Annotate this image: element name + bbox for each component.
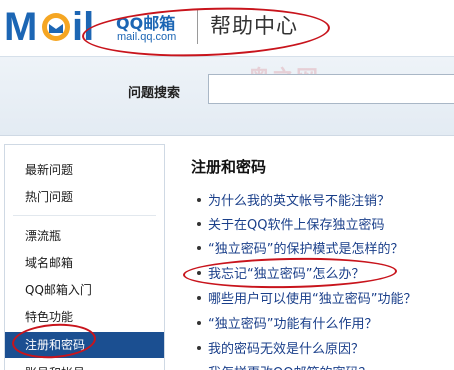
sidebar-item-account[interactable]: 账号和帐号 (5, 362, 164, 370)
question-text[interactable]: 我的密码无效是什么原因？ (208, 338, 364, 357)
question-text[interactable]: 为什么我的英文帐号不能注销？ (208, 190, 390, 209)
sidebar-item-features[interactable]: 特色功能 (5, 306, 164, 328)
svg-text:M: M (4, 5, 37, 49)
bullet-icon (197, 198, 201, 202)
question-text[interactable]: 哪些用户可以使用“独立密码”功能？ (208, 288, 416, 307)
question-link[interactable]: 为什么我的英文帐号不能注销？ (197, 190, 454, 210)
search-input[interactable] (208, 74, 454, 104)
question-text[interactable]: 我怎样更改QQ邮箱的密码？ (208, 362, 371, 370)
question-link[interactable]: 关于在QQ软件上保存独立密码 (197, 214, 454, 234)
question-link[interactable]: 我的密码无效是什么原因？ (197, 338, 454, 358)
search-label: 问题搜索 (128, 86, 181, 101)
question-link[interactable]: 哪些用户可以使用“独立密码”功能？ (197, 288, 454, 308)
sidebar-item-domain-mail[interactable]: 域名邮箱 (5, 252, 164, 274)
question-text[interactable]: 关于在QQ软件上保存独立密码 (208, 214, 384, 233)
section-title: 注册和密码 (191, 158, 267, 176)
sidebar-item-getting-started[interactable]: QQ邮箱入门 (5, 279, 164, 301)
sidebar-item-popular[interactable]: 热门问题 (5, 186, 164, 208)
sidebar-item-drift-bottle[interactable]: 漂流瓶 (5, 225, 164, 247)
bullet-icon (197, 296, 201, 300)
bullet-icon (197, 346, 201, 350)
question-link[interactable]: “独立密码”功能有什么作用？ (197, 313, 454, 333)
question-text[interactable]: “独立密码”功能有什么作用？ (208, 313, 377, 332)
sidebar-divider (13, 215, 156, 216)
bullet-icon (197, 246, 201, 250)
question-link[interactable]: “独立密码”的保护模式是怎样的？ (197, 238, 454, 258)
question-link[interactable]: 我怎样更改QQ邮箱的密码？ (197, 362, 454, 370)
bullet-icon (197, 321, 201, 325)
search-band: 奥之网 问题搜索 (0, 56, 454, 136)
bullet-icon (197, 222, 201, 226)
question-text[interactable]: “独立密码”的保护模式是怎样的？ (208, 238, 403, 257)
page: M il QQ邮箱 mail.qq.com 帮助中心 奥之网 问题搜索 最新问题… (0, 0, 454, 370)
annotation-circle-question (182, 256, 398, 290)
sidebar-item-latest[interactable]: 最新问题 (5, 159, 164, 181)
